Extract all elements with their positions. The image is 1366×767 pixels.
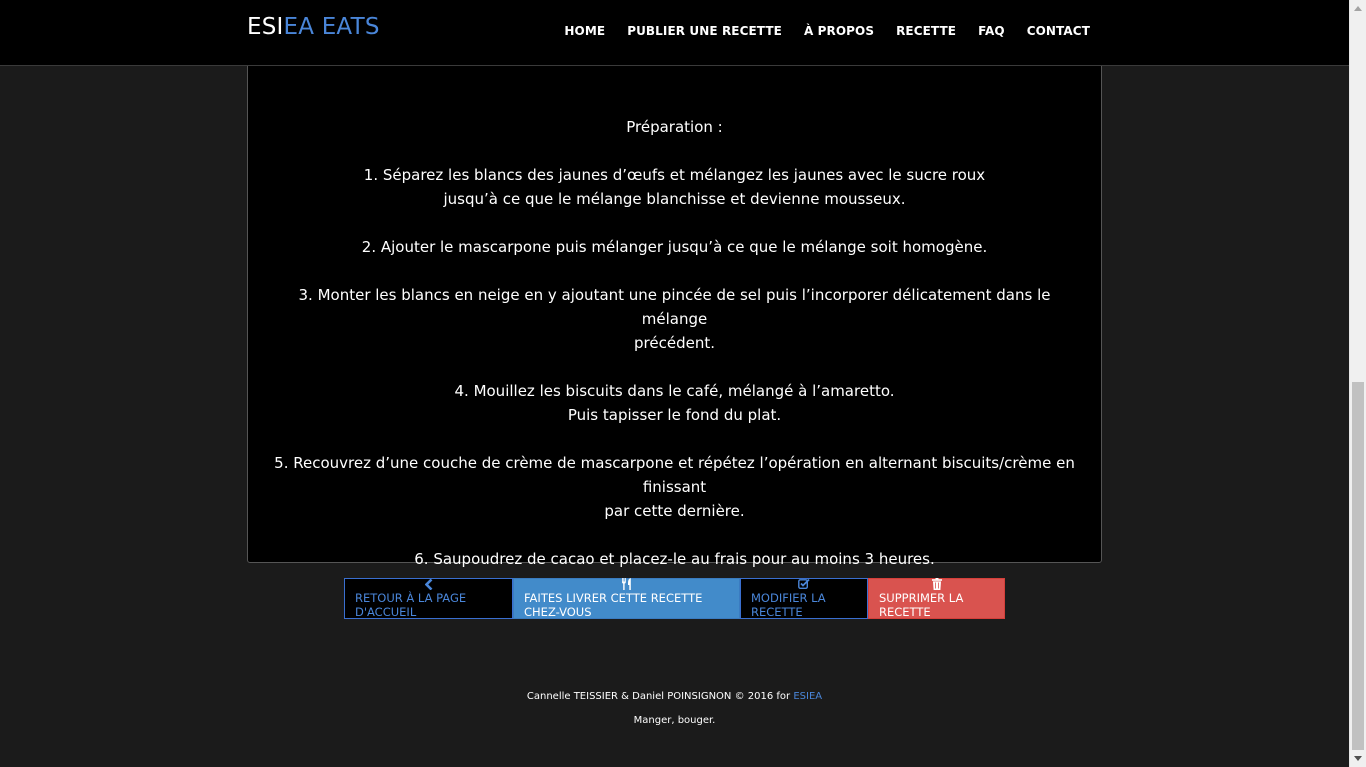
footer-credit-text: Cannelle TEISSIER & Daniel POINSIGNON © … (526, 691, 791, 702)
recipe-panel: Préparation : 1. Séparez les blancs des … (247, 40, 1102, 568)
edit-recipe-label: Modifier la recette (751, 591, 826, 619)
step-text: 1. Séparez les blancs des jaunes d’œufs … (363, 166, 986, 184)
nav-link-about[interactable]: À PROPOS (793, 24, 885, 38)
step-text: jusqu’à ce que le mélange blanchisse et … (443, 190, 906, 208)
brand-logo[interactable]: ESIEA EATS (247, 14, 380, 40)
preparation-step: 1. Séparez les blancs des jaunes d’œufs … (268, 163, 1081, 211)
brand-part-2: EA EATS (283, 14, 380, 40)
nav-link-recipe[interactable]: RECETTE (885, 24, 967, 38)
preparation-step: 4. Mouillez les biscuits dans le café, m… (268, 379, 1081, 427)
edit-recipe-button[interactable]: Modifier la recette (740, 578, 868, 619)
deliver-recipe-label: Faites livrer cette recette chez-vous (524, 591, 703, 619)
nav-link-contact[interactable]: CONTACT (1016, 24, 1090, 38)
back-home-label: Retour à la page d'accueil (355, 590, 467, 619)
page-scrollbar[interactable] (1349, 0, 1366, 767)
step-text: 2. Ajouter le mascarpone puis mélanger j… (361, 238, 988, 256)
preparation-title: Préparation : (626, 118, 723, 136)
scrollbar-thumb[interactable] (1352, 382, 1364, 750)
nav-link-publish-recipe[interactable]: PUBLIER UNE RECETTE (616, 24, 793, 38)
preparation-step: 3. Monter les blancs en neige en y ajout… (268, 283, 1081, 355)
footer: Cannelle TEISSIER & Daniel POINSIGNON © … (0, 690, 1349, 728)
main-nav: HOME PUBLIER UNE RECETTE À PROPOS RECETT… (553, 24, 1090, 38)
scroll-up-arrow-icon[interactable] (1350, 0, 1366, 17)
delete-recipe-label: Supprimer la recette (879, 591, 964, 619)
step-text: par cette dernière. (604, 502, 745, 520)
recipe-actions: Retour à la page d'accueil Faites livrer… (344, 578, 1005, 619)
chevron-left-icon (424, 578, 433, 590)
step-text: 3. Monter les blancs en neige en y ajout… (298, 286, 1051, 328)
back-home-button[interactable]: Retour à la page d'accueil (344, 578, 513, 619)
preparation-step: 2. Ajouter le mascarpone puis mélanger j… (268, 235, 1081, 259)
step-text: 6. Saupoudrez de cacao et placez-le au f… (414, 550, 935, 568)
delete-recipe-button[interactable]: Supprimer la recette (868, 578, 1005, 619)
cutlery-icon (621, 578, 632, 590)
preparation-step: 5. Recouvrez d’une couche de crème de ma… (268, 451, 1081, 523)
step-text: précédent. (634, 334, 715, 352)
brand-part-1: ESI (247, 14, 284, 40)
deliver-recipe-button[interactable]: Faites livrer cette recette chez-vous (513, 578, 740, 619)
step-text: 5. Recouvrez d’une couche de crème de ma… (274, 454, 1075, 496)
scroll-down-arrow-icon[interactable] (1350, 750, 1366, 767)
trash-icon (931, 578, 942, 590)
navbar: ESIEA EATS HOME PUBLIER UNE RECETTE À PR… (0, 0, 1349, 66)
step-text: Puis tapisser le fond du plat. (567, 406, 782, 424)
nav-link-home[interactable]: HOME (553, 24, 616, 38)
footer-credit: Cannelle TEISSIER & Daniel POINSIGNON © … (0, 690, 1349, 704)
preparation-section: Préparation : 1. Séparez les blancs des … (268, 115, 1081, 571)
footer-esiea-link[interactable]: ESIEA (793, 691, 822, 702)
nav-link-faq[interactable]: FAQ (967, 24, 1016, 38)
step-text: 4. Mouillez les biscuits dans le café, m… (454, 382, 895, 400)
footer-tagline: Manger, bouger. (633, 715, 716, 726)
preparation-step: 6. Saupoudrez de cacao et placez-le au f… (268, 547, 1081, 571)
edit-icon (798, 578, 810, 590)
